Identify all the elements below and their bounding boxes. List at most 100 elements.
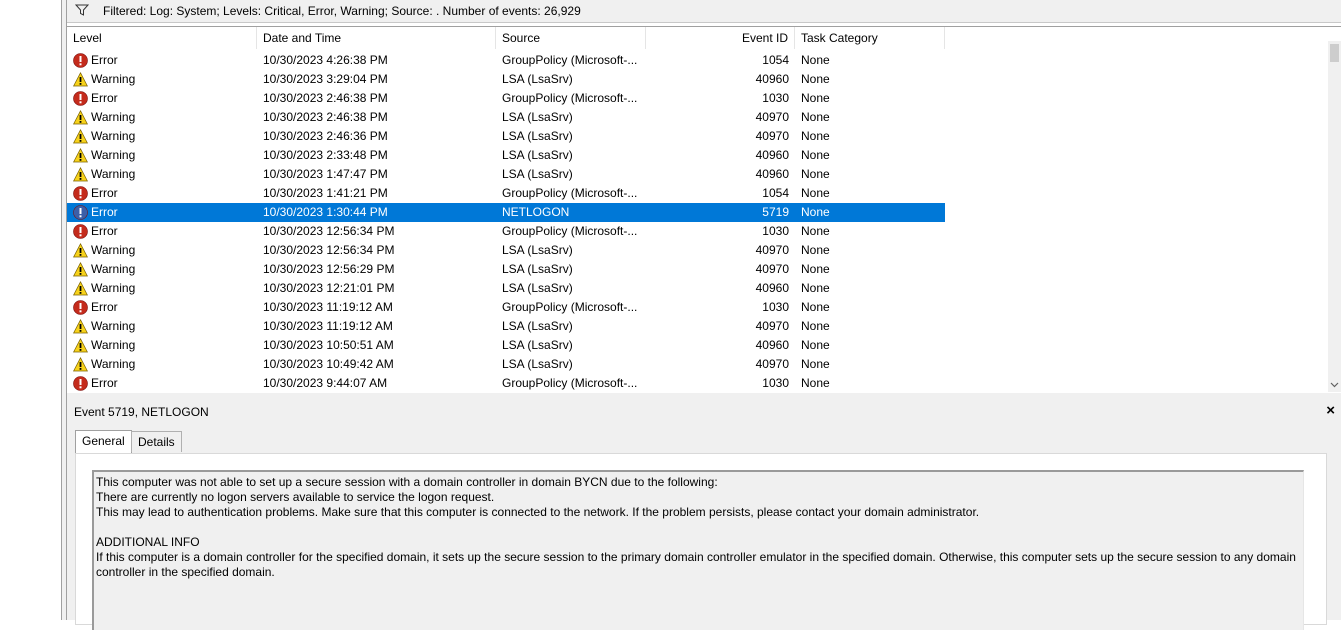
warning-icon xyxy=(73,357,88,372)
warning-icon xyxy=(73,281,88,296)
table-row[interactable]: Warning 10/30/2023 2:46:38 PM LSA (LsaSrv)… xyxy=(67,108,945,127)
row-date-time: 10/30/2023 3:29:04 PM xyxy=(263,72,388,86)
row-source: LSA (LsaSrv) xyxy=(502,129,573,143)
table-row[interactable]: Warning 10/30/2023 3:29:04 PM LSA (LsaSrv)… xyxy=(67,70,945,89)
row-event-id: 1054 xyxy=(762,53,789,67)
row-task-category: None xyxy=(801,338,830,352)
row-task-category: None xyxy=(801,129,830,143)
message-line: If this computer is a domain controller … xyxy=(96,550,1300,579)
row-level: Error xyxy=(91,205,118,219)
row-task-category: None xyxy=(801,224,830,238)
table-row[interactable]: Warning 10/30/2023 1:47:47 PM LSA (LsaSrv)… xyxy=(67,165,945,184)
row-date-time: 10/30/2023 2:46:38 PM xyxy=(263,110,388,124)
row-event-id: 1030 xyxy=(762,91,789,105)
scroll-down-arrow-icon[interactable] xyxy=(1329,380,1340,390)
event-detail-pane: Event 5719, NETLOGON × General Details T… xyxy=(67,401,1341,630)
row-task-category: None xyxy=(801,376,830,390)
table-row[interactable]: Error 10/30/2023 4:26:38 PM GroupPolicy (M… xyxy=(67,51,945,70)
row-level: Error xyxy=(91,224,118,238)
table-row[interactable]: Error 10/30/2023 12:56:34 PM GroupPolicy (… xyxy=(67,222,945,241)
table-row[interactable]: Error 10/30/2023 11:19:12 AM GroupPolicy (… xyxy=(67,298,945,317)
row-source: LSA (LsaSrv) xyxy=(502,110,573,124)
row-date-time: 10/30/2023 12:21:01 PM xyxy=(263,281,395,295)
row-task-category: None xyxy=(801,91,830,105)
table-row[interactable]: Warning 10/30/2023 10:49:42 AM LSA (LsaSrv… xyxy=(67,355,945,374)
row-event-id: 40970 xyxy=(755,129,789,143)
row-task-category: None xyxy=(801,167,830,181)
row-event-id: 40960 xyxy=(755,72,789,86)
scrollbar-thumb[interactable] xyxy=(1330,44,1339,62)
row-task-category: None xyxy=(801,319,830,333)
row-source: GroupPolicy (Microsoft-... xyxy=(502,186,638,200)
row-source: LSA (LsaSrv) xyxy=(502,357,573,371)
close-detail-button[interactable]: × xyxy=(1326,402,1335,419)
row-event-id: 1030 xyxy=(762,376,789,390)
table-row-selected[interactable]: Error 10/30/2023 1:30:44 PM NETLOGON 5719 No… xyxy=(67,203,945,222)
row-level: Warning xyxy=(91,72,136,86)
tab-general[interactable]: General xyxy=(75,430,132,453)
table-row[interactable]: Error 10/30/2023 1:41:21 PM GroupPolicy (M… xyxy=(67,184,945,203)
general-tab-content: This computer was not able to set up a s… xyxy=(75,453,1327,630)
event-detail-title: Event 5719, NETLOGON xyxy=(74,405,209,419)
row-event-id: 40960 xyxy=(755,148,789,162)
error-icon xyxy=(73,300,88,315)
row-level: Warning xyxy=(91,110,136,124)
row-source: GroupPolicy (Microsoft-... xyxy=(502,376,638,390)
table-row[interactable]: Error 10/30/2023 2:46:38 PM GroupPolicy (M… xyxy=(67,89,945,108)
row-task-category: None xyxy=(801,357,830,371)
row-date-time: 10/30/2023 12:56:34 PM xyxy=(263,243,395,257)
column-header-date-time[interactable]: Date and Time xyxy=(257,27,496,49)
row-source: GroupPolicy (Microsoft-... xyxy=(502,224,638,238)
row-event-id: 40960 xyxy=(755,167,789,181)
row-event-id: 1030 xyxy=(762,224,789,238)
message-line: This may lead to authentication problems… xyxy=(96,505,980,519)
warning-icon xyxy=(73,262,88,277)
row-task-category: None xyxy=(801,300,830,314)
row-source: LSA (LsaSrv) xyxy=(502,262,573,276)
row-task-category: None xyxy=(801,110,830,124)
row-source: LSA (LsaSrv) xyxy=(502,319,573,333)
tab-details[interactable]: Details xyxy=(131,431,182,452)
event-list-scrollbar[interactable] xyxy=(1328,41,1341,392)
warning-icon xyxy=(73,167,88,182)
row-level: Warning xyxy=(91,148,136,162)
message-spacer xyxy=(96,520,1301,535)
row-task-category: None xyxy=(801,148,830,162)
table-row[interactable]: Warning 10/30/2023 12:21:01 PM LSA (LsaSrv… xyxy=(67,279,945,298)
table-row[interactable]: Error 10/30/2023 9:44:07 AM GroupPolicy (M… xyxy=(67,374,945,393)
table-row[interactable]: Warning 10/30/2023 11:19:12 AM LSA (LsaSrv… xyxy=(67,317,945,336)
event-list[interactable]: Level Date and Time Source Event ID Task… xyxy=(67,26,1341,394)
column-header-task-category[interactable]: Task Category xyxy=(795,27,945,49)
pane-splitter-horizontal[interactable] xyxy=(67,393,1341,401)
row-level: Warning xyxy=(91,243,136,257)
row-level: Error xyxy=(91,91,118,105)
row-event-id: 5719 xyxy=(762,205,789,219)
event-message-text[interactable]: This computer was not able to set up a s… xyxy=(92,470,1304,630)
column-header-event-id[interactable]: Event ID xyxy=(646,27,795,49)
row-date-time: 10/30/2023 10:50:51 AM xyxy=(263,338,394,352)
table-row[interactable]: Warning 10/30/2023 2:33:48 PM LSA (LsaSrv)… xyxy=(67,146,945,165)
left-navigation-pane xyxy=(0,0,62,620)
row-level: Warning xyxy=(91,338,136,352)
warning-icon xyxy=(73,338,88,353)
table-row[interactable]: Warning 10/30/2023 12:56:34 PM LSA (LsaSrv… xyxy=(67,241,945,260)
table-row[interactable]: Warning 10/30/2023 2:46:36 PM LSA (LsaSrv)… xyxy=(67,127,945,146)
message-line: This computer was not able to set up a s… xyxy=(96,475,718,489)
error-icon xyxy=(73,91,88,106)
row-source: LSA (LsaSrv) xyxy=(502,72,573,86)
row-level: Warning xyxy=(91,319,136,333)
row-source: NETLOGON xyxy=(502,205,570,219)
table-row[interactable]: Warning 10/30/2023 10:50:51 AM LSA (LsaSrv… xyxy=(67,336,945,355)
row-source: LSA (LsaSrv) xyxy=(502,281,573,295)
column-header-source[interactable]: Source xyxy=(496,27,646,49)
row-level: Warning xyxy=(91,281,136,295)
table-row[interactable]: Warning 10/30/2023 12:56:29 PM LSA (LsaSrv… xyxy=(67,260,945,279)
error-icon xyxy=(73,186,88,201)
row-date-time: 10/30/2023 11:19:12 AM xyxy=(263,319,393,333)
error-icon xyxy=(73,224,88,239)
column-header-level[interactable]: Level xyxy=(67,27,257,49)
error-icon xyxy=(73,376,88,391)
warning-icon xyxy=(73,110,88,125)
row-level: Error xyxy=(91,300,118,314)
error-icon xyxy=(73,205,88,220)
